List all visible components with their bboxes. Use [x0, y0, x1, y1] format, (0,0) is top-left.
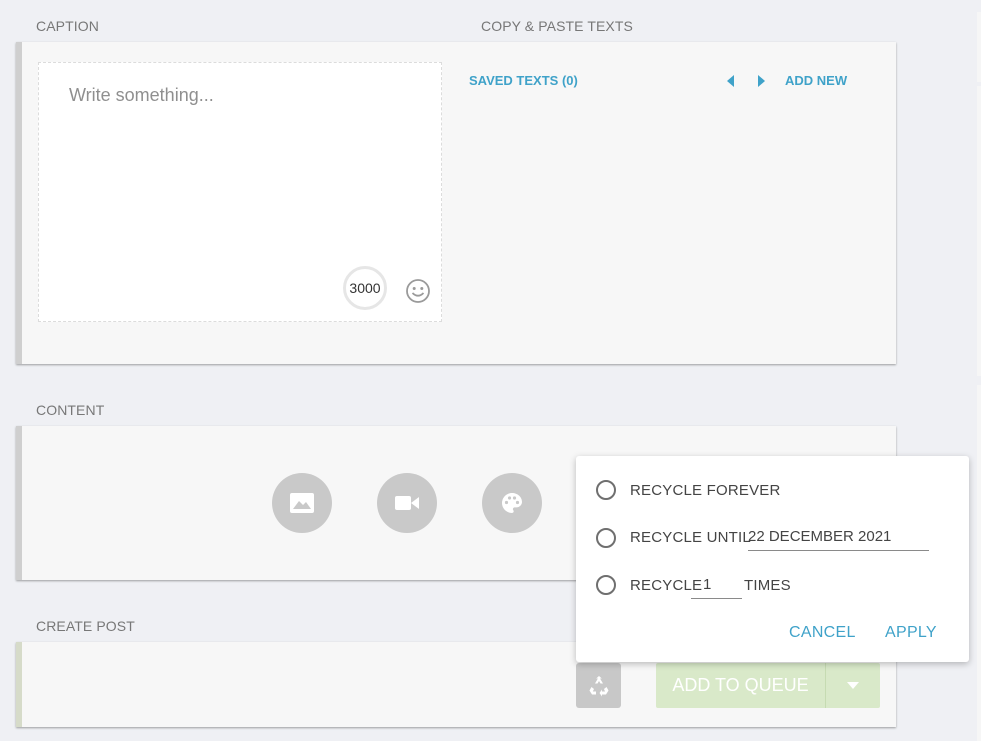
- copy-paste-section-label: COPY & PASTE TEXTS: [481, 18, 633, 34]
- recycle-forever-radio[interactable]: [596, 480, 616, 500]
- create-post-section-label: CREATE POST: [36, 618, 135, 634]
- right-edge-strip: [977, 12, 981, 82]
- caption-input[interactable]: [39, 63, 441, 263]
- recycle-times-suffix-label: TIMES: [744, 577, 791, 594]
- content-section-label: CONTENT: [36, 402, 105, 418]
- cancel-button[interactable]: CANCEL: [789, 624, 856, 642]
- recycle-forever-label: RECYCLE FOREVER: [630, 482, 781, 499]
- add-to-queue-label: ADD TO QUEUE: [672, 675, 809, 695]
- recycle-options-popup: RECYCLE FOREVER RECYCLE UNTIL RECYCLE TI…: [576, 456, 969, 662]
- recycle-until-date-field[interactable]: [748, 528, 929, 551]
- video-camera-icon: [395, 496, 419, 510]
- apply-button[interactable]: APPLY: [885, 624, 937, 642]
- caret-down-icon: [847, 682, 859, 689]
- recycle-until-label: RECYCLE UNTIL: [630, 529, 751, 546]
- queue-dropdown-toggle[interactable]: [826, 663, 880, 708]
- add-image-button[interactable]: [272, 473, 332, 533]
- recycle-until-radio[interactable]: [596, 528, 616, 548]
- add-design-button[interactable]: [482, 473, 542, 533]
- recycle-times-field[interactable]: [691, 576, 742, 599]
- right-edge-strip: [977, 86, 981, 376]
- add-to-queue-button[interactable]: ADD TO QUEUE: [656, 663, 880, 708]
- recycle-icon: [589, 675, 608, 696]
- emoji-icon[interactable]: [405, 278, 431, 304]
- character-counter: 3000: [343, 266, 387, 310]
- recycle-button[interactable]: [576, 663, 621, 708]
- caption-card: 3000 SAVED TEXTS (0) ADD NEW: [16, 42, 896, 364]
- next-arrow-icon[interactable]: [756, 75, 766, 87]
- add-video-button[interactable]: [377, 473, 437, 533]
- recycle-times-radio[interactable]: [596, 575, 616, 595]
- caption-editor: 3000: [38, 62, 442, 322]
- right-edge-strip: [977, 385, 981, 741]
- add-new-button[interactable]: ADD NEW: [785, 73, 847, 88]
- palette-icon: [502, 493, 522, 513]
- caption-section-label: CAPTION: [36, 18, 99, 34]
- saved-texts-link[interactable]: SAVED TEXTS (0): [469, 73, 578, 88]
- previous-arrow-icon[interactable]: [726, 75, 736, 87]
- image-icon: [290, 493, 314, 513]
